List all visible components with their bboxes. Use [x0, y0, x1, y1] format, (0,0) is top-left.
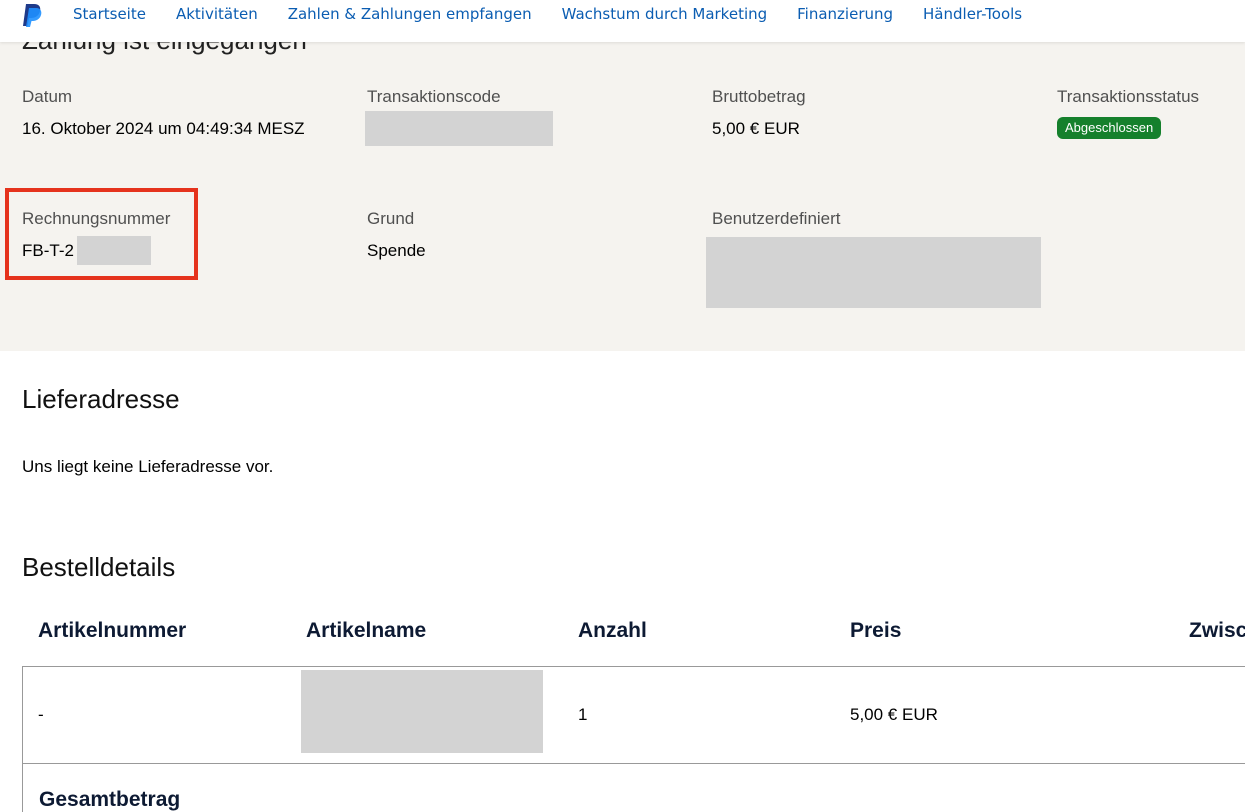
transaction-code-field: Transaktionscode — [367, 87, 501, 107]
table-row-divider — [22, 763, 1245, 764]
gross-amount-label: Bruttobetrag — [712, 87, 806, 106]
nav-item-zahlungen[interactable]: Zahlen & Zahlungen empfangen — [288, 6, 532, 23]
column-header-item-number: Artikelnummer — [38, 619, 187, 642]
transaction-summary: Zahlung ist eingegangen Datum 16. Oktobe… — [0, 42, 1245, 351]
cell-quantity: 1 — [578, 705, 588, 724]
date-field: Datum 16. Oktober 2024 um 04:49:34 MESZ — [22, 87, 305, 139]
gross-amount-field: Bruttobetrag 5,00 € EUR — [712, 87, 806, 139]
order-details-title: Bestelldetails — [22, 552, 176, 582]
transaction-code-label: Transaktionscode — [367, 87, 501, 106]
column-header-item-name: Artikelname — [306, 619, 427, 642]
date-label: Datum — [22, 87, 73, 106]
transaction-code-redacted — [365, 111, 553, 146]
reason-field: Grund Spende — [367, 209, 426, 261]
page-title: Zahlung ist eingegangen — [22, 42, 307, 56]
transaction-status-label: Transaktionsstatus — [1057, 87, 1200, 106]
reason-label: Grund — [367, 209, 415, 228]
nav-menu: Startseite Aktivitäten Zahlen & Zahlunge… — [73, 6, 1052, 23]
order-table — [22, 666, 1245, 812]
custom-field: Benutzerdefiniert — [712, 209, 841, 229]
total-label: Gesamtbetrag — [39, 788, 181, 811]
top-navigation: Startseite Aktivitäten Zahlen & Zahlunge… — [0, 0, 1245, 42]
nav-item-startseite[interactable]: Startseite — [73, 6, 146, 23]
status-badge: Abgeschlossen — [1057, 117, 1162, 139]
custom-label: Benutzerdefiniert — [712, 209, 841, 228]
nav-item-haendler-tools[interactable]: Händler-Tools — [923, 6, 1022, 23]
column-header-quantity: Anzahl — [578, 619, 647, 642]
date-value: 16. Oktober 2024 um 04:49:34 MESZ — [22, 119, 305, 138]
nav-item-aktivitaeten[interactable]: Aktivitäten — [176, 6, 258, 23]
cell-item-number: - — [38, 705, 44, 724]
reason-value: Spende — [367, 241, 426, 260]
nav-item-marketing[interactable]: Wachstum durch Marketing — [562, 6, 768, 23]
custom-value-redacted — [706, 237, 1041, 308]
gross-amount-value: 5,00 € EUR — [712, 119, 800, 138]
invoice-highlight-box — [5, 188, 198, 280]
cell-item-name-redacted — [301, 670, 543, 753]
cell-price: 5,00 € EUR — [850, 705, 938, 724]
transaction-status-field: Transaktionsstatus Abgeschlossen — [1057, 87, 1199, 139]
paypal-logo-icon[interactable] — [21, 3, 43, 28]
nav-item-finanzierung[interactable]: Finanzierung — [797, 6, 893, 23]
delivery-address-title: Lieferadresse — [22, 384, 180, 414]
column-header-price: Preis — [850, 619, 902, 642]
delivery-address-text: Uns liegt keine Lieferadresse vor. — [22, 457, 274, 476]
column-header-subtotal: Zwisc — [1189, 619, 1245, 642]
